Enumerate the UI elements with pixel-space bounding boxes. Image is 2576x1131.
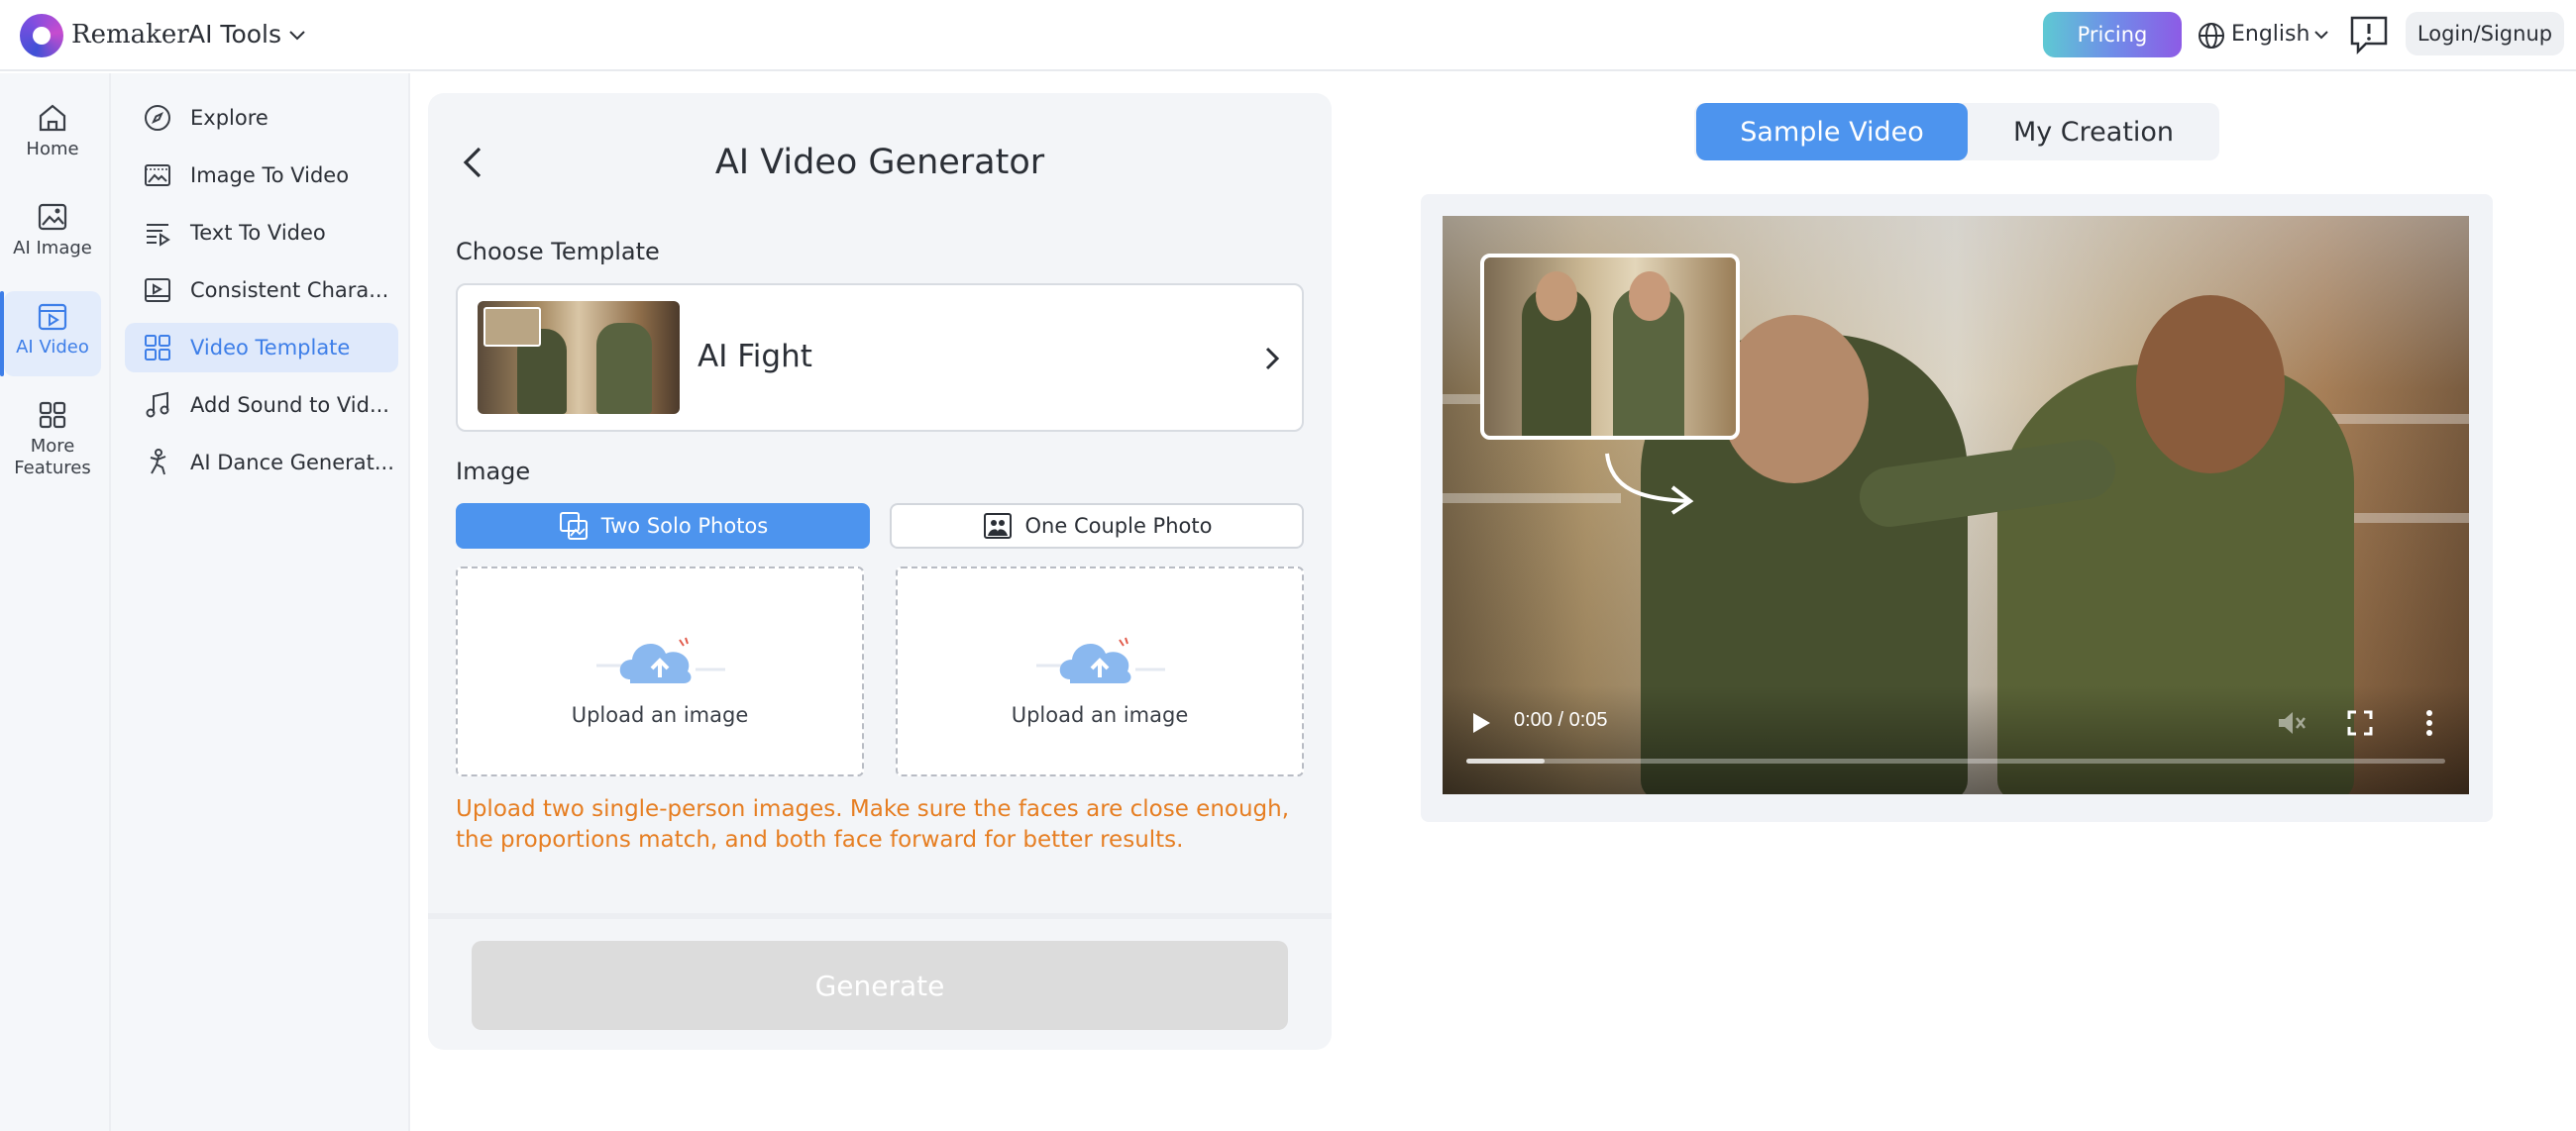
brand-name[interactable]: Remaker [71, 20, 189, 50]
chevron-down-icon[interactable] [2312, 26, 2330, 44]
rail-label: More Features [14, 436, 91, 478]
tab-label: Two Solo Photos [600, 514, 769, 538]
tab-sample-video[interactable]: Sample Video [1696, 103, 1968, 160]
dance-icon [150, 449, 166, 475]
image-to-video-icon [145, 164, 170, 186]
video-progress-bar[interactable] [1466, 759, 2445, 764]
rail-item-ai-video[interactable]: AI Video [0, 291, 101, 376]
tab-two-solo-photos[interactable]: Two Solo Photos [456, 503, 870, 549]
rail-item-ai-image[interactable]: AI Image [4, 192, 101, 277]
submenu-item-image-to-video[interactable]: Image To Video [125, 151, 398, 200]
template-icon [145, 335, 170, 360]
submenu-label: Image To Video [190, 163, 350, 187]
cloud-upload-icon [596, 637, 725, 683]
submenu-item-video-template[interactable]: Video Template [125, 323, 398, 372]
video-controls-bar [1443, 685, 2469, 794]
login-signup-button[interactable]: Login/Signup [2406, 12, 2564, 55]
submenu-item-add-sound[interactable]: Add Sound to Vid... [125, 380, 398, 430]
rail-item-more-features[interactable]: More Features [4, 390, 101, 489]
submenu-item-consistent-character[interactable]: Consistent Chara... [125, 265, 398, 315]
upload-label: Upload an image [571, 703, 749, 727]
submenu-item-text-to-video[interactable]: Text To Video [125, 208, 398, 257]
fullscreen-icon[interactable] [2346, 709, 2374, 737]
upload-label: Upload an image [1011, 703, 1189, 727]
remaker-logo-icon[interactable] [20, 14, 63, 57]
feedback-icon[interactable] [2348, 14, 2390, 55]
rail-item-home[interactable]: Home [4, 93, 101, 178]
template-thumbnail [478, 301, 680, 414]
grid-icon [39, 401, 66, 429]
page-title: AI Video Generator [714, 143, 1045, 182]
top-header: Remaker AI Tools Pricing English Login/S… [0, 0, 2576, 71]
submenu-label: Consistent Chara... [190, 278, 389, 302]
image-label: Image [456, 458, 531, 485]
chevron-right-icon [1265, 347, 1280, 370]
curved-arrow-icon [1605, 453, 1694, 515]
play-icon[interactable] [1470, 711, 1492, 735]
image-icon [38, 203, 67, 231]
sample-video-player[interactable]: 0:00 / 0:05 [1443, 216, 2469, 794]
tab-my-creation[interactable]: My Creation [1968, 103, 2219, 160]
sub-menu: Explore Image To Video Text To Video Con… [111, 73, 410, 1131]
submenu-label: Text To Video [190, 221, 326, 245]
preview-tabs: Sample Video My Creation [1694, 103, 2219, 160]
chevron-down-icon[interactable] [287, 26, 307, 46]
template-selector[interactable]: AI Fight [456, 283, 1304, 432]
template-name: AI Fight [698, 339, 812, 374]
generator-panel: AI Video Generator Choose Template AI Fi… [428, 93, 1332, 1050]
submenu-label: Explore [190, 106, 268, 130]
upload-image-slot-2[interactable]: Upload an image [896, 566, 1304, 776]
video-icon [38, 303, 67, 331]
submenu-label: Add Sound to Vid... [190, 393, 389, 417]
generate-button[interactable]: Generate [472, 941, 1288, 1030]
video-container: 0:00 / 0:05 [1421, 194, 2493, 822]
music-icon [146, 391, 169, 418]
rail-label: Home [26, 139, 79, 159]
video-progress-fill [1466, 759, 1546, 764]
upload-hint-text: Upload two single-person images. Make su… [456, 796, 1290, 853]
character-icon [145, 278, 170, 302]
rail-label: AI Image [13, 238, 92, 258]
source-photo-inset [1480, 254, 1740, 440]
two-photos-icon [559, 512, 588, 540]
couple-photo-icon [983, 513, 1012, 539]
mute-icon[interactable] [2275, 707, 2307, 739]
compass-icon [145, 105, 170, 131]
cloud-upload-icon [1036, 637, 1165, 683]
submenu-label: AI Dance Generat... [190, 451, 394, 474]
panel-divider [428, 913, 1332, 919]
pricing-button[interactable]: Pricing [2043, 12, 2182, 57]
more-options-icon[interactable] [2423, 707, 2435, 739]
submenu-item-explore[interactable]: Explore [125, 93, 398, 143]
globe-icon[interactable] [2198, 22, 2225, 50]
home-icon [39, 104, 66, 132]
video-time: 0:00 / 0:05 [1514, 709, 1608, 731]
ai-tools-menu[interactable]: AI Tools [188, 20, 281, 49]
text-to-video-icon [147, 224, 170, 247]
rail-label: AI Video [16, 337, 89, 358]
submenu-label: Video Template [190, 336, 351, 360]
tab-label: One Couple Photo [1024, 514, 1213, 538]
language-selector[interactable]: English [2231, 22, 2309, 47]
left-rail: Home AI Image AI Video More Features [0, 73, 111, 1131]
tab-one-couple-photo[interactable]: One Couple Photo [890, 503, 1304, 549]
upload-image-slot-1[interactable]: Upload an image [456, 566, 864, 776]
submenu-item-ai-dance[interactable]: AI Dance Generat... [125, 438, 398, 487]
choose-template-label: Choose Template [456, 238, 660, 265]
